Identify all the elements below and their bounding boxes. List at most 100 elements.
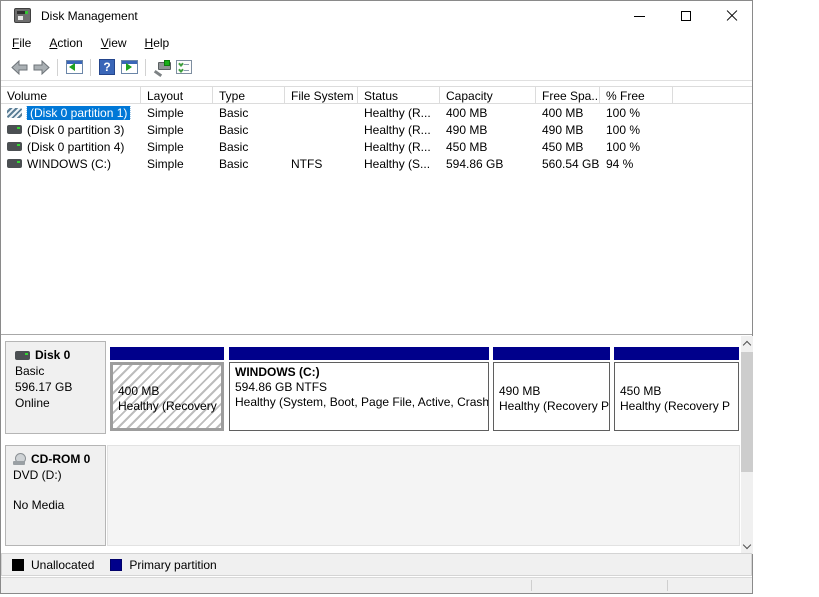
rescan-disks-icon: [154, 60, 171, 75]
disk0-name: Disk 0: [35, 347, 70, 363]
minimize-button[interactable]: [622, 1, 656, 31]
status-bar: [1, 577, 752, 593]
volume-name-selected[interactable]: (Disk 0 partition 1): [27, 106, 130, 120]
cell-capacity: 594.86 GB: [440, 157, 536, 171]
column-header-free-space[interactable]: Free Spa...: [536, 87, 600, 103]
menu-action[interactable]: Action: [40, 33, 91, 53]
cell-layout: Simple: [141, 123, 213, 137]
column-header-layout[interactable]: Layout: [141, 87, 213, 103]
scrollbar-thumb[interactable]: [741, 352, 753, 472]
volume-name[interactable]: (Disk 0 partition 4): [27, 140, 124, 154]
column-header-file-system[interactable]: File System: [285, 87, 358, 103]
scroll-up-button[interactable]: [741, 336, 753, 351]
cell-capacity: 400 MB: [440, 106, 536, 120]
unallocated-swatch: [12, 559, 24, 571]
legend-unallocated-label: Unallocated: [31, 558, 94, 572]
show-action-pane-button[interactable]: [118, 57, 140, 77]
column-header-filler: [673, 87, 752, 103]
volume-name[interactable]: WINDOWS (C:): [27, 157, 111, 171]
column-header-volume[interactable]: Volume: [1, 87, 141, 103]
volume-list-header: Volume Layout Type File System Status Ca…: [1, 86, 752, 104]
menu-file[interactable]: File: [3, 33, 40, 53]
volume-row-windows-c[interactable]: WINDOWS (C:) Simple Basic NTFS Healthy (…: [1, 155, 752, 172]
disk0-header-panel[interactable]: Disk 0 Basic 596.17 GB Online: [5, 341, 106, 434]
partition-block-recovery-450mb[interactable]: 450 MB Healthy (Recovery P: [614, 347, 739, 431]
volume-name[interactable]: (Disk 0 partition 3): [27, 123, 124, 137]
column-header-type[interactable]: Type: [213, 87, 285, 103]
menu-bar: File Action View Help: [1, 31, 752, 54]
forward-arrow-icon: [33, 60, 50, 75]
column-header-percent-free[interactable]: % Free: [600, 87, 673, 103]
partition-block-recovery-400mb[interactable]: 400 MB Healthy (Recovery P: [110, 347, 224, 431]
disk-management-app-icon: [14, 8, 31, 23]
volume-row-disk0-partition4[interactable]: (Disk 0 partition 4) Simple Basic Health…: [1, 138, 752, 155]
cell-capacity: 490 MB: [440, 123, 536, 137]
cd-rom-icon: [13, 453, 27, 465]
maximize-icon: [681, 11, 691, 21]
cdrom0-header-panel[interactable]: CD-ROM 0 DVD (D:) No Media: [5, 445, 106, 546]
partition-block-recovery-490mb[interactable]: 490 MB Healthy (Recovery P: [493, 347, 610, 431]
properties-list-button[interactable]: [173, 57, 195, 77]
cell-layout: Simple: [141, 157, 213, 171]
maximize-button[interactable]: [669, 1, 703, 31]
forward-button[interactable]: [30, 57, 52, 77]
cell-free-space: 400 MB: [536, 106, 600, 120]
chevron-down-icon: [743, 541, 751, 549]
cell-percent-free: 100 %: [600, 123, 673, 137]
disk0-type: Basic: [15, 363, 105, 379]
primary-partition-band: [614, 347, 739, 360]
cell-type: Basic: [213, 123, 285, 137]
close-button[interactable]: [715, 1, 749, 31]
cell-type: Basic: [213, 157, 285, 171]
close-icon: [726, 10, 738, 22]
properties-list-icon: [176, 60, 192, 74]
cell-capacity: 450 MB: [440, 140, 536, 154]
toolbar: ?: [1, 54, 752, 81]
legend-bar: Unallocated Primary partition: [1, 553, 752, 576]
primary-partition-band: [110, 347, 224, 360]
primary-partition-band: [229, 347, 489, 360]
window-title: Disk Management: [41, 9, 138, 23]
cell-free-space: 450 MB: [536, 140, 600, 154]
cell-percent-free: 100 %: [600, 140, 673, 154]
cell-status: Healthy (S...: [358, 157, 440, 171]
scroll-down-button[interactable]: [741, 539, 753, 554]
back-button[interactable]: [8, 57, 30, 77]
help-button[interactable]: ?: [96, 57, 118, 77]
partition-size: 594.86 GB NTFS: [235, 380, 483, 395]
volume-icon: [7, 159, 22, 168]
partition-status: Healthy (Recovery P: [620, 399, 733, 414]
partition-size: 400 MB: [118, 384, 216, 399]
partition-box[interactable]: WINDOWS (C:) 594.86 GB NTFS Healthy (Sys…: [229, 362, 489, 431]
volume-row-disk0-partition3[interactable]: (Disk 0 partition 3) Simple Basic Health…: [1, 121, 752, 138]
show-console-tree-button[interactable]: [63, 57, 85, 77]
volume-list: Volume Layout Type File System Status Ca…: [1, 86, 752, 172]
cdrom0-media-status: No Media: [13, 497, 105, 513]
partition-status: Healthy (System, Boot, Page File, Active…: [235, 395, 483, 410]
primary-partition-band: [493, 347, 610, 360]
volume-icon: [7, 125, 22, 134]
cell-type: Basic: [213, 106, 285, 120]
column-header-status[interactable]: Status: [358, 87, 440, 103]
partition-box[interactable]: 490 MB Healthy (Recovery P: [493, 362, 610, 431]
status-bar-divider: [531, 580, 532, 591]
vertical-scrollbar[interactable]: [741, 336, 753, 554]
graphical-view-pane: Disk 0 Basic 596.17 GB Online 400 MB Hea…: [1, 334, 752, 553]
cell-layout: Simple: [141, 140, 213, 154]
partition-box[interactable]: 450 MB Healthy (Recovery P: [614, 362, 739, 431]
menu-help[interactable]: Help: [136, 33, 179, 53]
hard-disk-icon: [15, 351, 30, 360]
partition-status: Healthy (Recovery P: [499, 399, 604, 414]
disk0-size: 596.17 GB: [15, 379, 105, 395]
volume-row-disk0-partition1[interactable]: (Disk 0 partition 1) Simple Basic Health…: [1, 104, 752, 121]
cell-status: Healthy (R...: [358, 106, 440, 120]
title-bar[interactable]: Disk Management: [1, 1, 752, 31]
column-header-capacity[interactable]: Capacity: [440, 87, 536, 103]
cdrom0-empty-track[interactable]: [107, 445, 740, 546]
partition-block-windows-c[interactable]: WINDOWS (C:) 594.86 GB NTFS Healthy (Sys…: [229, 347, 489, 431]
partition-box-selected[interactable]: 400 MB Healthy (Recovery P: [110, 362, 224, 431]
action-pane-icon: [121, 60, 138, 74]
menu-view[interactable]: View: [92, 33, 136, 53]
legend-primary-partition-label: Primary partition: [129, 558, 216, 572]
rescan-disks-button[interactable]: [151, 57, 173, 77]
